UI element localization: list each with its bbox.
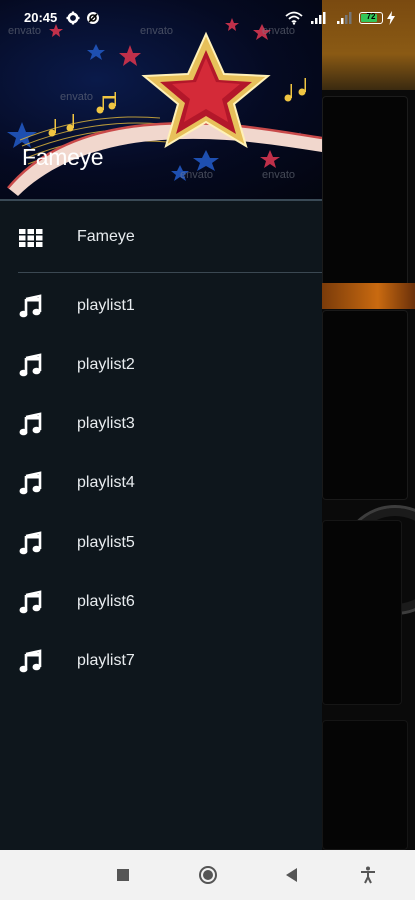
drawer-item-label: Fameye xyxy=(77,228,135,245)
drawer-item-playlist3[interactable]: playlist3 xyxy=(0,396,322,454)
background-card xyxy=(322,720,408,850)
system-nav-bar xyxy=(0,850,415,900)
drawer-item-label: playlist4 xyxy=(77,474,135,491)
vpn-icon xyxy=(87,12,99,24)
drawer-item-label: playlist1 xyxy=(77,297,135,314)
drawer-item-playlist4[interactable]: playlist4 xyxy=(0,455,322,513)
drawer-item-playlist2[interactable]: playlist2 xyxy=(0,337,322,395)
signal-icon xyxy=(311,12,326,24)
recents-icon[interactable] xyxy=(116,868,130,882)
accessibility-icon[interactable] xyxy=(360,866,376,884)
svg-text:envato: envato xyxy=(60,91,93,103)
music-note-icon xyxy=(19,649,42,673)
background-card xyxy=(322,96,408,286)
navigation-drawer: envato envato envato envato envato envat… xyxy=(0,0,322,850)
signal-icon xyxy=(337,12,352,24)
wifi-icon xyxy=(285,11,303,25)
drawer-item-label: playlist3 xyxy=(77,415,135,432)
music-note-icon xyxy=(19,294,42,318)
svg-text:envato: envato xyxy=(180,169,213,181)
music-note-icon xyxy=(19,590,42,614)
screen: envato envato envato envato envato envat… xyxy=(0,0,415,900)
svg-text:envato: envato xyxy=(262,169,295,181)
music-note-icon xyxy=(19,412,42,436)
background-card xyxy=(322,310,408,500)
battery-icon: 72 xyxy=(359,12,383,24)
drawer-item-playlist5[interactable]: playlist5 xyxy=(0,515,322,573)
grid-icon xyxy=(19,229,43,247)
charging-icon xyxy=(387,11,395,25)
background-card xyxy=(322,520,402,705)
drawer-item-label: playlist2 xyxy=(77,356,135,373)
music-note-icon xyxy=(19,531,42,555)
drawer-item-playlist1[interactable]: playlist1 xyxy=(0,278,322,336)
drawer-item-label: playlist6 xyxy=(77,593,135,610)
drawer-item-playlist6[interactable]: playlist6 xyxy=(0,574,322,632)
menu-divider xyxy=(18,272,322,273)
status-time: 20:45 xyxy=(24,10,58,25)
drawer-title: Fameye xyxy=(22,144,104,170)
back-icon[interactable] xyxy=(285,867,299,883)
gear-icon xyxy=(66,11,80,25)
music-note-icon xyxy=(19,471,42,495)
header-divider xyxy=(0,199,322,201)
music-note-icon xyxy=(19,353,42,377)
drawer-item-playlist7[interactable]: playlist7 xyxy=(0,633,322,691)
drawer-item-label: playlist5 xyxy=(77,534,135,551)
home-icon[interactable] xyxy=(198,865,218,885)
battery-level: 72 xyxy=(366,12,376,21)
drawer-item-label: playlist7 xyxy=(77,652,135,669)
drawer-item-home[interactable]: Fameye xyxy=(0,209,322,267)
status-bar: 20:45 72 xyxy=(0,0,415,36)
background-strip xyxy=(322,283,415,309)
